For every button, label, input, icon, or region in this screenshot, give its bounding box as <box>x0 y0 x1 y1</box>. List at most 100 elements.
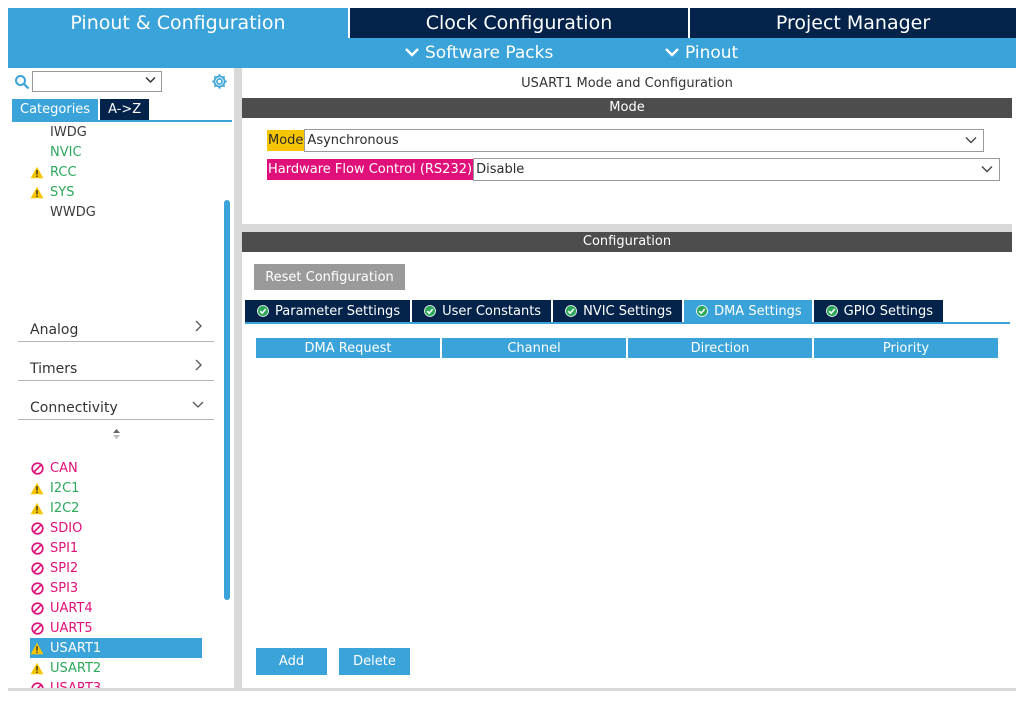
section-connectivity[interactable]: Connectivity <box>18 398 214 420</box>
section-label: Connectivity <box>30 400 118 416</box>
mode-value: Asynchronous <box>307 133 399 148</box>
warning-icon <box>30 481 44 495</box>
section-timers[interactable]: Timers <box>18 359 214 381</box>
tab-categories[interactable]: Categories <box>12 99 99 120</box>
tree-item-label: IWDG <box>50 124 87 140</box>
left-scrollbar[interactable] <box>224 200 230 600</box>
add-button[interactable]: Add <box>256 648 327 675</box>
blocked-icon <box>30 521 44 535</box>
blocked-icon <box>30 561 44 575</box>
tab-gpio-settings[interactable]: GPIO Settings <box>813 300 944 322</box>
tree-item-usart3[interactable]: USART3 <box>30 678 202 688</box>
tab-label: User Constants <box>442 303 542 319</box>
warning-icon <box>30 185 44 199</box>
pinout-menu[interactable]: Pinout <box>665 43 738 63</box>
tree-item-uart4[interactable]: UART4 <box>30 598 202 618</box>
column-header-channel[interactable]: Channel <box>442 338 626 358</box>
tree-item-label: I2C2 <box>50 500 80 516</box>
chevron-right-icon <box>192 359 204 375</box>
hardware-flow-control-select[interactable]: Disable <box>473 158 1001 181</box>
tree-item-iwdg[interactable]: IWDG <box>30 122 202 142</box>
warning-icon <box>30 501 44 515</box>
tab-dma-settings[interactable]: DMA Settings <box>684 300 812 322</box>
configuration-section-header: Configuration <box>242 232 1012 252</box>
category-tabs: Categories A->Z <box>12 99 150 120</box>
hardware-flow-control-value: Disable <box>476 162 525 177</box>
tree-item-label: RCC <box>50 164 77 180</box>
blocked-icon <box>30 581 44 595</box>
blocked-icon <box>30 541 44 555</box>
chevron-down-icon <box>405 46 419 61</box>
tree-item-i2c1[interactable]: I2C1 <box>30 478 202 498</box>
section-divider <box>242 224 1012 232</box>
tab-project-manager[interactable]: Project Manager <box>688 8 1016 38</box>
tree-item-usart1[interactable]: USART1 <box>30 638 202 658</box>
blocked-icon <box>30 621 44 635</box>
column-header-dma-request[interactable]: DMA Request <box>256 338 440 358</box>
reset-configuration-button[interactable]: Reset Configuration <box>254 264 405 290</box>
right-config-panel: USART1 Mode and Configuration Mode Mode … <box>242 68 1016 688</box>
tree-item-label: SPI1 <box>50 540 79 556</box>
tab-user-constants[interactable]: User Constants <box>412 300 552 322</box>
tab-label: GPIO Settings <box>843 303 934 319</box>
tab-label: Parameter Settings <box>275 303 401 319</box>
search-input[interactable] <box>32 71 162 92</box>
blocked-icon <box>30 601 44 615</box>
tree-item-sdio[interactable]: SDIO <box>30 518 202 538</box>
column-header-direction[interactable]: Direction <box>628 338 812 358</box>
tree-item-can[interactable]: CAN <box>30 458 202 478</box>
tree-item-label: CAN <box>50 460 78 476</box>
tree-item-spi2[interactable]: SPI2 <box>30 558 202 578</box>
bottom-border <box>8 688 1016 691</box>
section-analog[interactable]: Analog <box>18 320 214 342</box>
sub-menu-bar: Software Packs Pinout <box>8 38 1016 68</box>
chevron-down-icon <box>981 162 993 176</box>
chevron-down-icon <box>145 74 156 87</box>
check-circle-icon <box>565 305 577 317</box>
tree-item-uart5[interactable]: UART5 <box>30 618 202 638</box>
column-header-priority[interactable]: Priority <box>814 338 998 358</box>
tab-a-to-z[interactable]: A->Z <box>100 99 150 120</box>
tree-item-label: WWDG <box>50 204 96 220</box>
tree-item-spi3[interactable]: SPI3 <box>30 578 202 598</box>
tab-label: DMA Settings <box>714 303 802 319</box>
tree-item-wwdg[interactable]: WWDG <box>30 202 202 222</box>
tree-item-label: SPI3 <box>50 580 79 596</box>
delete-button[interactable]: Delete <box>339 648 410 675</box>
tab-pinout-configuration[interactable]: Pinout & Configuration <box>8 8 348 38</box>
software-packs-label: Software Packs <box>425 43 554 63</box>
tab-clock-configuration[interactable]: Clock Configuration <box>348 8 688 38</box>
tab-parameter-settings[interactable]: Parameter Settings <box>245 300 411 322</box>
tree-item-nvic[interactable]: NVIC <box>30 142 202 162</box>
hardware-flow-control-label: Hardware Flow Control (RS232) <box>267 159 474 180</box>
mode-select[interactable]: Asynchronous <box>304 129 985 152</box>
tab-nvic-settings[interactable]: NVIC Settings <box>553 300 683 322</box>
blocked-icon <box>30 681 44 688</box>
panel-splitter[interactable] <box>234 68 242 688</box>
search-icon[interactable] <box>14 74 30 90</box>
tree-item-sys[interactable]: SYS <box>30 182 202 202</box>
tree-item-label: USART3 <box>50 680 102 689</box>
dma-table-header: DMA Request Channel Direction Priority <box>256 338 998 358</box>
chevron-right-icon <box>192 320 204 336</box>
tree-item-label: UART4 <box>50 600 93 616</box>
page-title: USART1 Mode and Configuration <box>521 76 733 91</box>
sort-icon[interactable] <box>112 428 121 441</box>
tree-item-rcc[interactable]: RCC <box>30 162 202 182</box>
hardware-flow-control-field: Hardware Flow Control (RS232) Disable <box>267 158 1001 181</box>
software-packs-menu[interactable]: Software Packs <box>405 43 553 63</box>
section-label: Timers <box>30 361 78 377</box>
tree-item-usart2[interactable]: USART2 <box>30 658 202 678</box>
tree-item-i2c2[interactable]: I2C2 <box>30 498 202 518</box>
section-label: Analog <box>30 322 79 338</box>
configuration-tabs: Parameter Settings User Constants NVIC Set… <box>245 300 945 322</box>
check-circle-icon <box>424 305 436 317</box>
tree-item-label: USART1 <box>50 640 102 656</box>
tab-underline <box>245 322 1010 324</box>
warning-icon <box>30 165 44 179</box>
pinout-menu-label: Pinout <box>685 43 739 63</box>
gear-icon[interactable] <box>211 73 228 90</box>
tree-item-spi1[interactable]: SPI1 <box>30 538 202 558</box>
tree-item-label: UART5 <box>50 620 93 636</box>
warning-icon <box>30 661 44 675</box>
